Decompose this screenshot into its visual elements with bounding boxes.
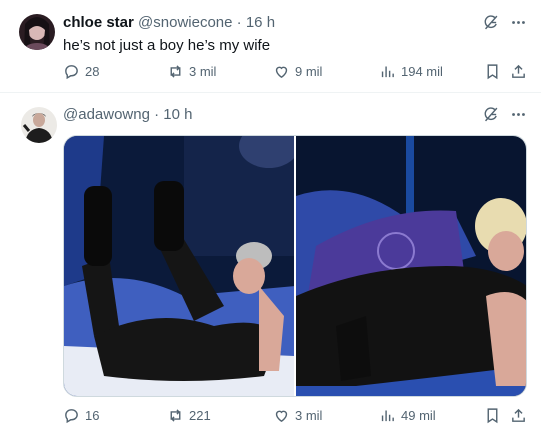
views-count: 194 mil — [401, 64, 443, 79]
tweet[interactable]: @adawowng · 10 h 16 221 3 mil 49 mil — [0, 93, 541, 438]
like-count: 3 mil — [295, 408, 323, 423]
grok-icon[interactable] — [481, 105, 499, 123]
views-icon — [381, 66, 394, 78]
tweet-text: he’s not just a boy he’s my wife — [63, 37, 271, 54]
repost-button[interactable]: 221 — [167, 407, 211, 424]
repost-count: 3 mil — [189, 64, 217, 79]
share-button[interactable] — [510, 407, 527, 424]
views-count: 49 mil — [401, 408, 436, 423]
reply-icon — [65, 65, 78, 80]
username[interactable]: @snowiecone — [138, 14, 232, 31]
action-bar: 16 221 3 mil 49 mil — [63, 407, 529, 427]
share-button[interactable] — [510, 63, 527, 80]
bookmark-icon — [487, 64, 498, 80]
repost-button[interactable]: 3 mil — [167, 63, 216, 80]
bookmark-button[interactable] — [484, 407, 501, 424]
grok-icon[interactable] — [481, 13, 499, 31]
like-icon — [275, 410, 288, 423]
share-icon — [512, 64, 525, 78]
avatar[interactable] — [19, 14, 55, 50]
repost-count: 221 — [189, 408, 211, 423]
avatar[interactable] — [21, 107, 57, 143]
separator-dot: · — [154, 106, 160, 123]
reply-count: 28 — [85, 64, 100, 79]
reply-icon — [65, 409, 78, 424]
bookmark-button[interactable] — [484, 63, 501, 80]
more-icon[interactable] — [509, 13, 527, 31]
views-icon — [381, 410, 394, 422]
share-icon — [512, 408, 525, 422]
media-grid — [63, 135, 527, 397]
views-button[interactable]: 194 mil — [379, 63, 443, 80]
like-icon — [275, 66, 288, 79]
repost-icon — [170, 409, 181, 422]
like-button[interactable]: 9 mil — [273, 63, 322, 80]
more-icon[interactable] — [509, 105, 527, 123]
separator-dot: · — [236, 14, 242, 31]
timestamp[interactable]: 10 h — [163, 106, 192, 123]
tweet-header: chloe star @snowiecone · 16 h — [63, 14, 275, 32]
like-button[interactable]: 3 mil — [273, 407, 322, 424]
action-bar: 28 3 mil 9 mil 194 mil — [63, 63, 529, 83]
tweet[interactable]: chloe star @snowiecone · 16 h he’s not j… — [0, 0, 541, 93]
like-count: 9 mil — [295, 64, 323, 79]
reply-count: 16 — [85, 408, 100, 423]
bookmark-icon — [487, 408, 498, 424]
media-photo[interactable] — [64, 136, 294, 396]
reply-button[interactable]: 16 — [63, 407, 99, 424]
display-name[interactable]: chloe star — [63, 14, 134, 31]
views-button[interactable]: 49 mil — [379, 407, 436, 424]
username[interactable]: @adawowng — [63, 106, 150, 123]
tweet-header: @adawowng · 10 h — [63, 106, 193, 124]
repost-icon — [170, 65, 181, 78]
media-photo[interactable] — [296, 136, 526, 396]
reply-button[interactable]: 28 — [63, 63, 99, 80]
timestamp[interactable]: 16 h — [246, 14, 275, 31]
